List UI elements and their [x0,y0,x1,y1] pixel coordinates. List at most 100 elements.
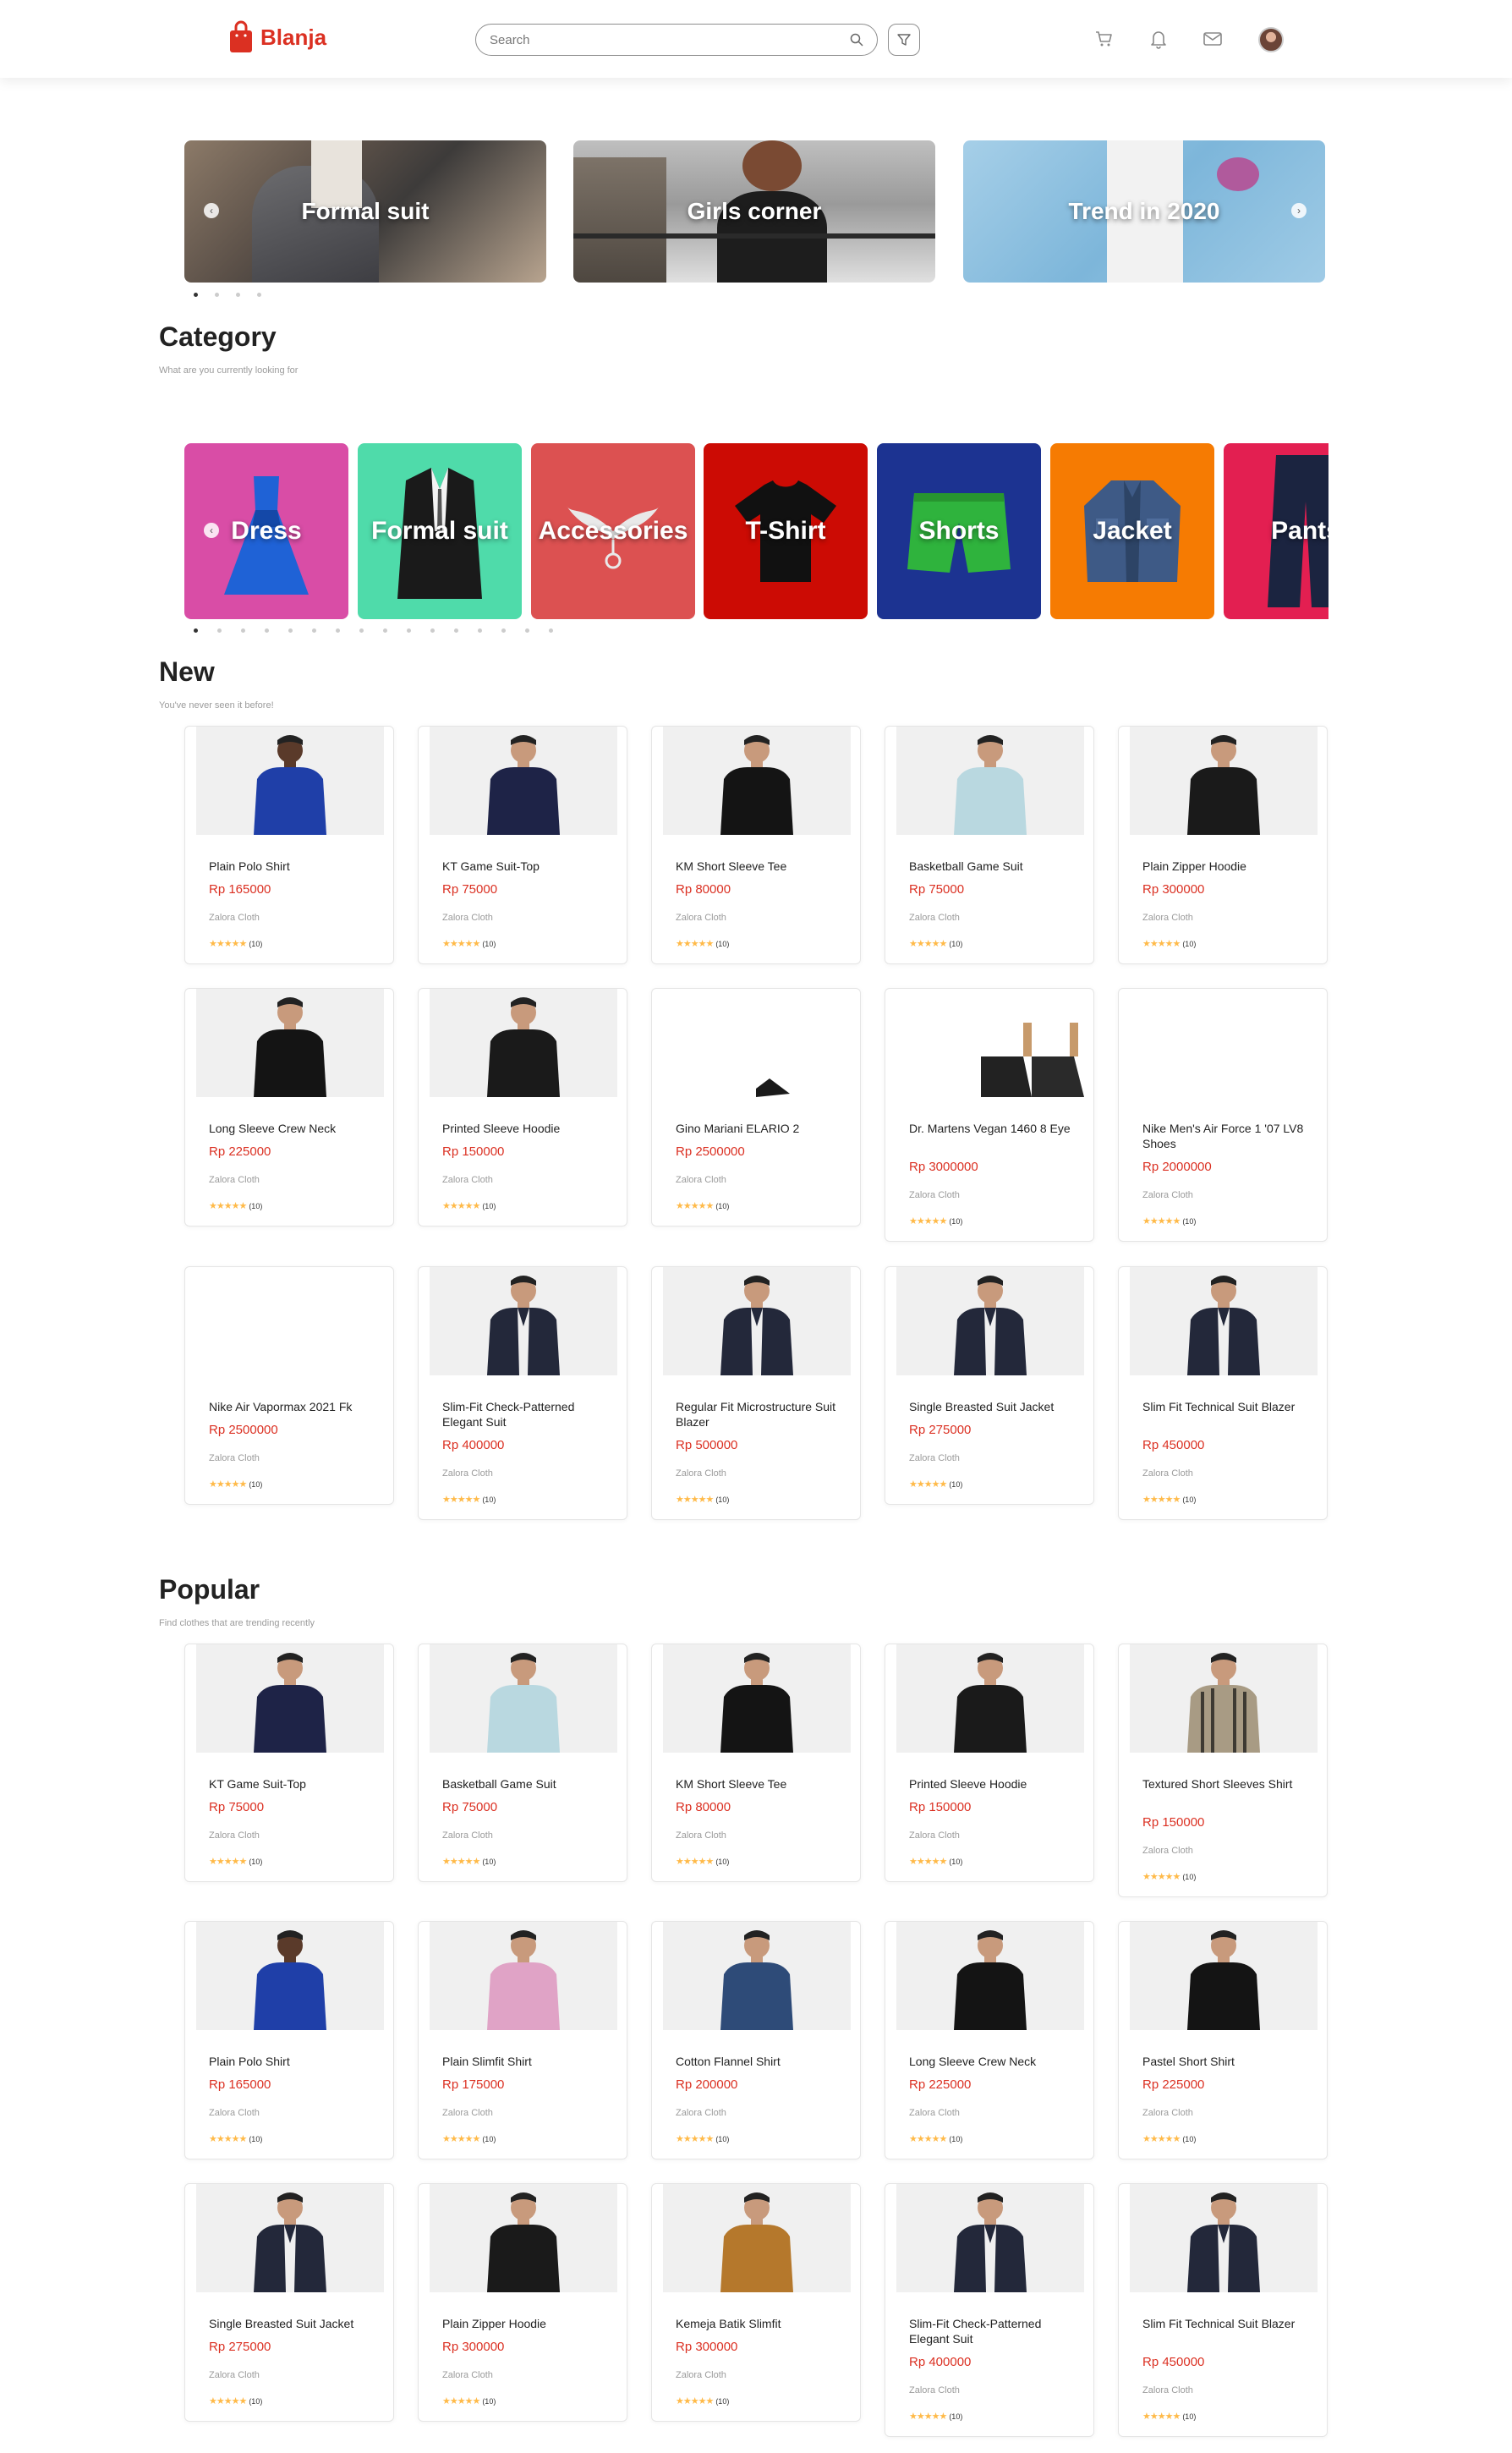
product-name[interactable]: Basketball Game Suit [442,1776,616,1792]
product-card[interactable]: Basketball Game Suit Rp 75000 Zalora Cloth… [885,726,1094,964]
product-image[interactable] [1130,989,1318,1097]
product-card[interactable]: Slim Fit Technical Suit Blazer Rp 450000 Z… [1118,1266,1328,1520]
product-image[interactable] [430,1922,617,2030]
pagination-dot[interactable] [194,293,198,297]
product-name[interactable]: Regular Fit Microstructure Suit Blazer [676,1399,849,1430]
product-image[interactable] [430,989,617,1097]
product-image[interactable] [663,989,851,1097]
banner-prev-arrow-icon[interactable]: ‹ [204,203,219,218]
pagination-dot[interactable] [430,628,435,633]
product-name[interactable]: Slim Fit Technical Suit Blazer [1142,2316,1316,2331]
product-name[interactable]: Plain Polo Shirt [209,859,382,874]
banner-formal-suit[interactable]: Formal suit [184,140,546,283]
logo[interactable]: Blanja [228,20,326,54]
category-jacket[interactable]: Jacket [1050,443,1214,619]
category-pants[interactable]: Pants [1224,443,1328,619]
pagination-dot[interactable] [407,628,411,633]
category-t-shirt[interactable]: T-Shirt [704,443,868,619]
pagination-dot[interactable] [215,293,219,297]
product-name[interactable]: Gino Mariani ELARIO 2 [676,1121,849,1136]
pagination-dot[interactable] [217,628,222,633]
product-card[interactable]: Slim Fit Technical Suit Blazer Rp 450000 Z… [1118,2183,1328,2437]
product-card[interactable]: Single Breasted Suit Jacket Rp 275000 Zalo… [184,2183,394,2422]
category-accessories[interactable]: Accessories [531,443,695,619]
product-card[interactable]: Gino Mariani ELARIO 2 Rp 2500000 Zalora Cl… [651,988,861,1226]
product-card[interactable]: KT Game Suit-Top Rp 75000 Zalora Cloth ★★★★… [184,1644,394,1882]
product-name[interactable]: Slim-Fit Check-Patterned Elegant Suit [909,2316,1082,2346]
pagination-dot[interactable] [501,628,506,633]
product-card[interactable]: Dr. Martens Vegan 1460 8 Eye Rp 3000000 Za… [885,988,1094,1242]
product-image[interactable] [1130,1267,1318,1375]
pagination-dot[interactable] [194,628,198,633]
product-name[interactable]: Plain Polo Shirt [209,2054,382,2069]
product-card[interactable]: KM Short Sleeve Tee Rp 80000 Zalora Cloth ★… [651,1644,861,1882]
product-name[interactable]: Slim-Fit Check-Patterned Elegant Suit [442,1399,616,1430]
product-name[interactable]: Long Sleeve Crew Neck [909,2054,1082,2069]
product-card[interactable]: Regular Fit Microstructure Suit Blazer Rp… [651,1266,861,1520]
product-image[interactable] [663,727,851,835]
cart-icon[interactable] [1093,27,1116,51]
product-name[interactable]: Dr. Martens Vegan 1460 8 Eye [909,1121,1082,1136]
product-image[interactable] [896,1922,1084,2030]
product-image[interactable] [430,1267,617,1375]
product-card[interactable]: Plain Slimfit Shirt Rp 175000 Zalora Cloth… [418,1921,627,2159]
product-image[interactable] [430,2184,617,2292]
pagination-dot[interactable] [478,628,482,633]
user-avatar[interactable] [1258,27,1284,52]
product-card[interactable]: Printed Sleeve Hoodie Rp 150000 Zalora Clo… [885,1644,1094,1882]
banner-next-arrow-icon[interactable]: › [1291,203,1307,218]
product-card[interactable]: Pastel Short Shirt Rp 225000 Zalora Cloth ★… [1118,1921,1328,2159]
pagination-dot[interactable] [241,628,245,633]
product-name[interactable]: Long Sleeve Crew Neck [209,1121,382,1136]
product-card[interactable]: Nike Men's Air Force 1 '07 LV8 Shoes Rp 2… [1118,988,1328,1242]
product-image[interactable] [196,727,384,835]
product-image[interactable] [896,727,1084,835]
search-icon[interactable] [850,33,863,47]
product-name[interactable]: Slim Fit Technical Suit Blazer [1142,1399,1316,1414]
product-card[interactable]: Cotton Flannel Shirt Rp 200000 Zalora Clot… [651,1921,861,2159]
product-image[interactable] [196,1644,384,1753]
bell-icon[interactable] [1147,27,1170,51]
search-bar[interactable] [475,24,878,56]
product-card[interactable]: KT Game Suit-Top Rp 75000 Zalora Cloth ★★★★… [418,726,627,964]
product-card[interactable]: Nike Air Vapormax 2021 Fk Rp 2500000 Zalor… [184,1266,394,1505]
product-name[interactable]: Single Breasted Suit Jacket [909,1399,1082,1414]
pagination-dot[interactable] [336,628,340,633]
product-card[interactable]: Slim-Fit Check-Patterned Elegant Suit Rp … [418,1266,627,1520]
product-image[interactable] [663,1267,851,1375]
product-image[interactable] [430,727,617,835]
product-image[interactable] [196,2184,384,2292]
pagination-dot[interactable] [236,293,240,297]
product-name[interactable]: Basketball Game Suit [909,859,1082,874]
product-card[interactable]: Long Sleeve Crew Neck Rp 225000 Zalora Clo… [184,988,394,1226]
product-name[interactable]: Plain Zipper Hoodie [1142,859,1316,874]
product-name[interactable]: Pastel Short Shirt [1142,2054,1316,2069]
product-name[interactable]: KT Game Suit-Top [442,859,616,874]
product-image[interactable] [196,1922,384,2030]
product-card[interactable]: Plain Polo Shirt Rp 165000 Zalora Cloth ★★★… [184,726,394,964]
pagination-dot[interactable] [257,293,261,297]
pagination-dot[interactable] [549,628,553,633]
product-card[interactable]: Single Breasted Suit Jacket Rp 275000 Zalo… [885,1266,1094,1505]
banner-trend-2020[interactable]: Trend in 2020 [963,140,1325,283]
category-shorts[interactable]: Shorts [877,443,1041,619]
product-image[interactable] [896,989,1084,1097]
product-card[interactable]: Long Sleeve Crew Neck Rp 225000 Zalora Clo… [885,1921,1094,2159]
pagination-dot[interactable] [288,628,293,633]
product-card[interactable]: Plain Polo Shirt Rp 165000 Zalora Cloth ★★★… [184,1921,394,2159]
product-image[interactable] [1130,2184,1318,2292]
product-card[interactable]: Printed Sleeve Hoodie Rp 150000 Zalora Clo… [418,988,627,1226]
filter-button[interactable] [888,24,920,56]
pagination-dot[interactable] [525,628,529,633]
product-image[interactable] [896,1644,1084,1753]
product-name[interactable]: Nike Men's Air Force 1 '07 LV8 Shoes [1142,1121,1316,1151]
pagination-dot[interactable] [454,628,458,633]
product-image[interactable] [1130,1922,1318,2030]
pagination-dot[interactable] [312,628,316,633]
product-image[interactable] [663,1644,851,1753]
product-name[interactable]: Single Breasted Suit Jacket [209,2316,382,2331]
product-image[interactable] [1130,1644,1318,1753]
product-name[interactable]: KT Game Suit-Top [209,1776,382,1792]
product-card[interactable]: Textured Short Sleeves Shirt Rp 150000 Zal… [1118,1644,1328,1897]
mail-icon[interactable] [1201,27,1224,51]
